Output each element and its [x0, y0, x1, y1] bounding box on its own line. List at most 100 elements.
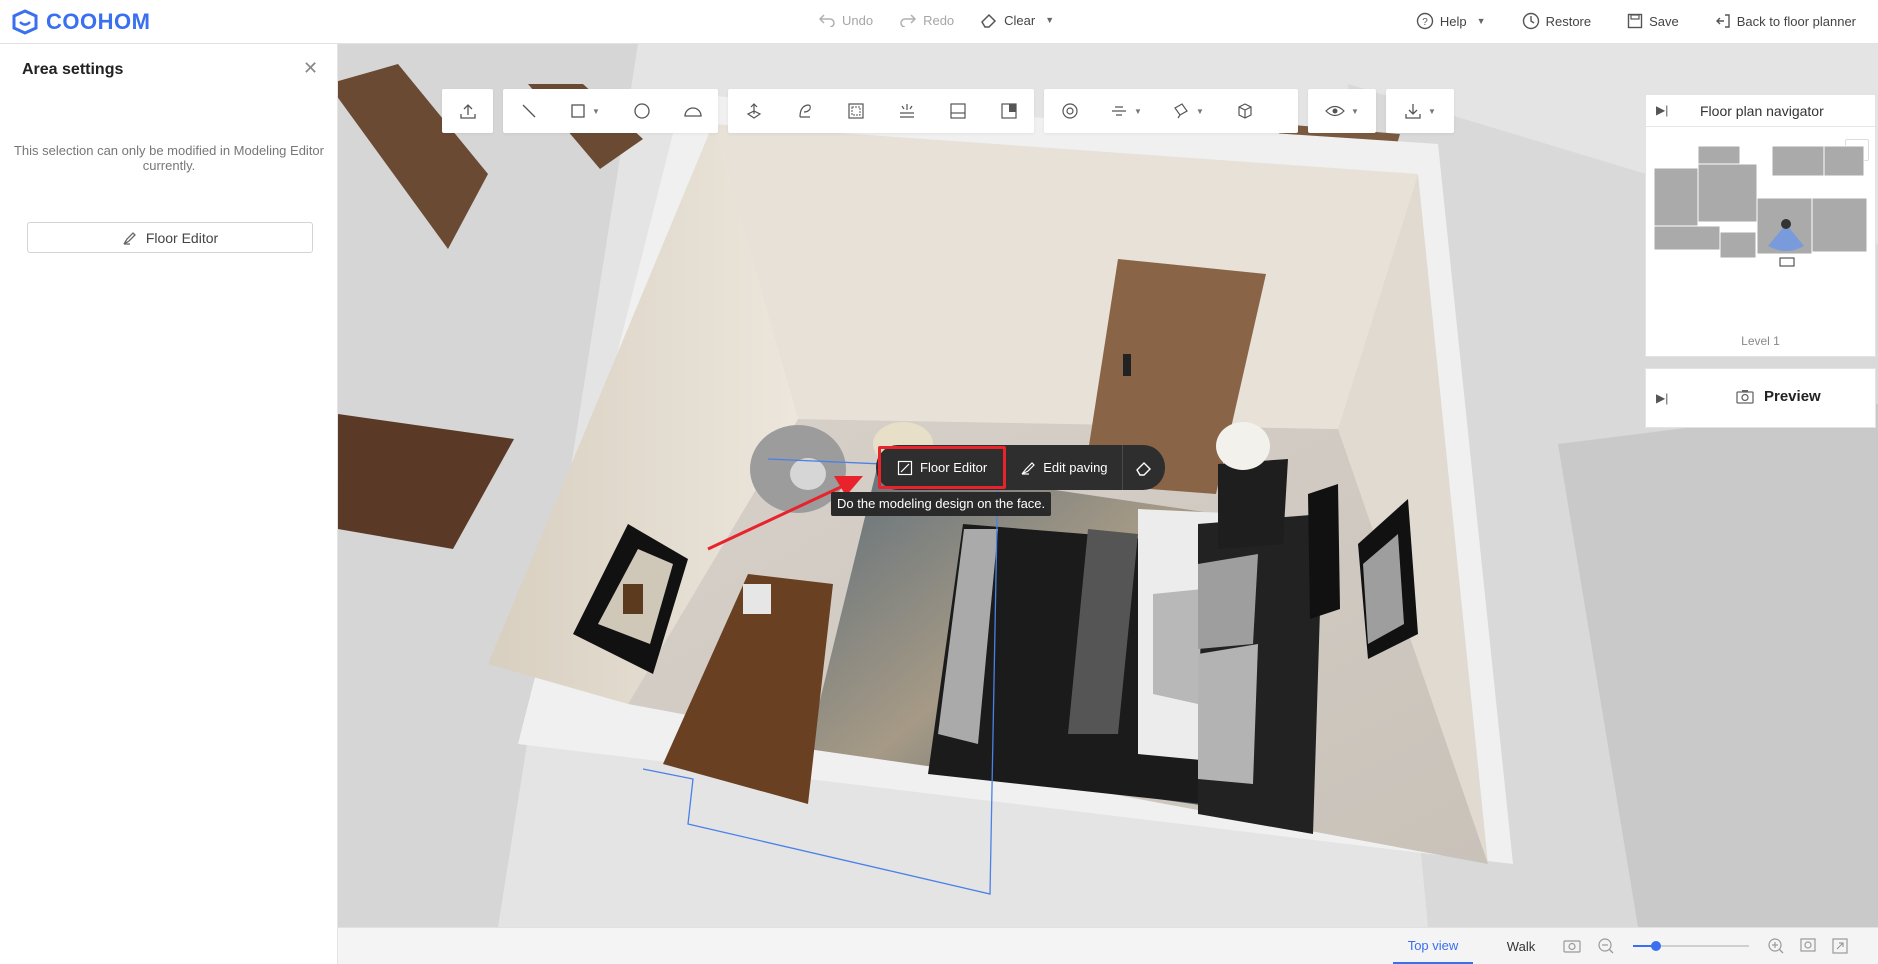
camera-icon — [1736, 390, 1754, 404]
save-icon — [1627, 13, 1643, 29]
visibility-tool[interactable]: ▼ — [1308, 89, 1376, 133]
svg-text:?: ? — [1422, 17, 1428, 28]
screenshot-icon[interactable] — [1563, 938, 1583, 954]
light-strip-tool[interactable] — [881, 89, 932, 133]
help-button[interactable]: ? Help ▼ — [1416, 12, 1486, 30]
help-label: Help — [1439, 13, 1467, 29]
chevron-down-icon: ▼ — [1351, 106, 1359, 116]
top-bar: COOHOM Undo Redo Clear ▼ ? Help ▼ Restor… — [0, 0, 1878, 44]
navigator-minimap[interactable] — [1646, 128, 1877, 303]
extrude-tool[interactable] — [728, 89, 779, 133]
collapse-right-icon[interactable]: ▶| — [1656, 103, 1668, 117]
rectangle-tool[interactable]: ▼ — [554, 89, 616, 133]
orbit-tool[interactable] — [1044, 89, 1095, 133]
undo-label: Undo — [842, 12, 874, 28]
clear-label: Clear — [1004, 12, 1036, 28]
frame-tool[interactable] — [830, 89, 881, 133]
tab-top-view[interactable]: Top view — [1393, 928, 1473, 964]
fullscreen-icon[interactable] — [1831, 937, 1849, 955]
context-floor-editor-button[interactable]: Floor Editor — [878, 446, 1007, 489]
chevron-down-icon: ▼ — [1476, 16, 1486, 26]
context-edit-paving-label: Edit paving — [1043, 460, 1108, 475]
zoom-fit-icon[interactable] — [1799, 937, 1817, 955]
zoom-slider[interactable] — [1633, 941, 1749, 951]
toolbar-group-tools: ▼ ▼ — [1044, 89, 1298, 133]
area-settings-panel: Area settings ✕ This selection can only … — [0, 44, 338, 964]
redo-button[interactable]: Redo — [899, 13, 954, 28]
orbit-icon — [1061, 103, 1078, 119]
clock-icon — [1522, 12, 1539, 30]
close-icon[interactable]: ✕ — [303, 58, 318, 79]
edit-floor-icon — [123, 231, 136, 245]
save-button[interactable]: Save — [1627, 13, 1679, 29]
toolbar-group-upload — [442, 89, 493, 133]
arc-tool[interactable] — [667, 89, 718, 133]
surface-context-menu: Floor Editor Edit paving — [876, 445, 1165, 490]
back-to-floor-planner-button[interactable]: Back to floor planner — [1715, 13, 1856, 29]
panel-tool[interactable] — [932, 89, 983, 133]
level-label: Level 1 — [1741, 334, 1780, 348]
message-line-1: This selection can only be modified in M… — [13, 143, 324, 158]
extrude-icon — [746, 103, 761, 119]
sweep-icon — [798, 104, 811, 118]
cube-tool[interactable] — [1219, 89, 1270, 133]
circle-tool[interactable] — [616, 89, 667, 133]
split-panel-icon — [1000, 103, 1017, 119]
restore-button[interactable]: Restore — [1522, 12, 1591, 30]
download-icon — [1405, 104, 1421, 119]
tab-walk[interactable]: Walk — [1493, 928, 1549, 964]
download-tool[interactable]: ▼ — [1386, 89, 1454, 133]
line-icon — [522, 104, 535, 118]
circle-icon — [633, 103, 650, 119]
floor-editor-button[interactable]: Floor Editor — [27, 222, 313, 253]
toolbar-group-draw: ▼ — [503, 89, 718, 133]
eraser-icon — [981, 13, 997, 28]
zoom-slider-handle[interactable] — [1651, 941, 1662, 951]
paving-icon — [1021, 461, 1036, 475]
redo-icon — [900, 14, 917, 27]
floor-editor-label: Floor Editor — [145, 229, 219, 246]
align-tool[interactable]: ▼ — [1095, 89, 1157, 133]
edit-floor-icon — [897, 460, 913, 475]
cube-icon — [1237, 103, 1252, 119]
preview-button[interactable]: Preview — [1736, 388, 1821, 405]
light-strip-icon — [899, 104, 914, 118]
upload-tool[interactable] — [442, 89, 493, 133]
context-clear-button[interactable] — [1123, 445, 1165, 490]
redo-label: Redo — [923, 12, 955, 28]
panel-title: Area settings — [22, 61, 124, 78]
zoom-in-icon[interactable] — [1767, 937, 1785, 955]
upload-icon — [459, 104, 476, 119]
split-panel-tool[interactable] — [983, 89, 1034, 133]
panel-icon — [949, 103, 966, 119]
toolbar-group-model — [728, 89, 1034, 133]
toolbar-group-export: ▼ — [1386, 89, 1454, 133]
zoom-controls — [1563, 937, 1849, 955]
coohom-logo-icon — [12, 9, 38, 35]
panel-message: This selection can only be modified in M… — [0, 143, 338, 173]
collapse-preview-icon[interactable]: ▶| — [1656, 391, 1668, 405]
chevron-down-icon: ▼ — [1428, 106, 1436, 116]
undo-button[interactable]: Undo — [818, 13, 873, 28]
zoom-out-icon[interactable] — [1597, 937, 1615, 955]
frame-icon — [847, 103, 864, 119]
chevron-down-icon: ▼ — [1196, 106, 1204, 116]
align-icon — [1112, 106, 1127, 116]
app-logo[interactable]: COOHOM — [10, 9, 150, 35]
arc-icon — [683, 107, 702, 117]
edit-actions: Undo Redo Clear ▼ — [818, 12, 1054, 28]
context-edit-paving-button[interactable]: Edit paving — [1006, 445, 1121, 490]
back-label: Back to floor planner — [1736, 13, 1856, 29]
rectangle-icon — [571, 104, 585, 118]
line-tool[interactable] — [503, 89, 554, 133]
chevron-down-icon: ▼ — [1134, 106, 1142, 116]
help-icon: ? — [1416, 12, 1434, 30]
paint-tool[interactable]: ▼ — [1157, 89, 1219, 133]
header-actions: ? Help ▼ Restore Save Back to floor plan… — [1416, 12, 1856, 30]
preview-label: Preview — [1764, 388, 1821, 405]
sweep-tool[interactable] — [779, 89, 830, 133]
navigator-header: ▶| Floor plan navigator — [1646, 95, 1875, 127]
clear-button[interactable]: Clear ▼ — [980, 12, 1054, 28]
chevron-down-icon: ▼ — [1045, 15, 1055, 25]
eye-icon — [1325, 105, 1345, 117]
